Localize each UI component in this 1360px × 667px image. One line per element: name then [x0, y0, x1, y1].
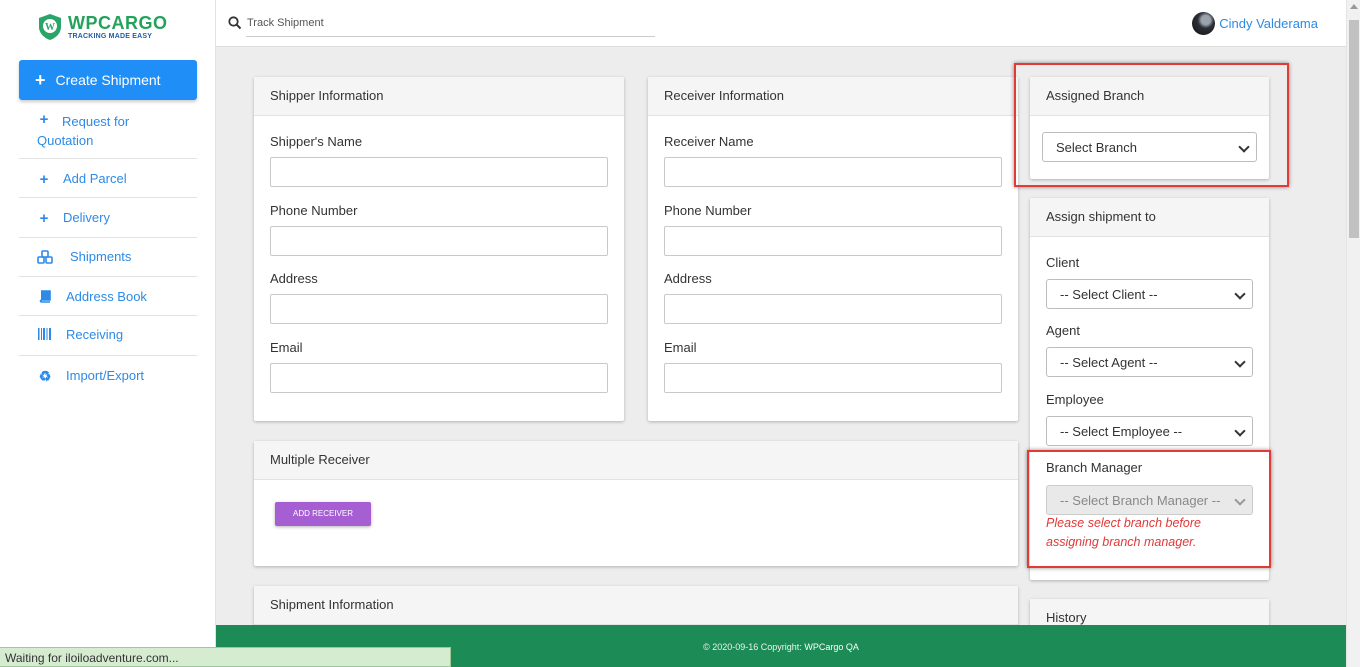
chevron-down-icon — [1238, 141, 1250, 153]
branch-select[interactable]: Select Branch — [1042, 132, 1257, 162]
chevron-down-icon — [1234, 494, 1246, 506]
sidebar-item-shipments[interactable]: Shipments — [19, 238, 197, 277]
sidebar-item-label: Address Book — [66, 289, 147, 304]
card-title: Shipment Information — [254, 586, 1018, 625]
receiver-name-label: Receiver Name — [664, 134, 754, 149]
client-select-value: -- Select Client -- — [1060, 287, 1158, 302]
sidebar-item-label: Delivery — [63, 210, 110, 225]
brand-logo[interactable]: W WPCARGO TRACKING MADE EASY — [36, 13, 168, 41]
branch-manager-error: Please select branch before assigning br… — [1046, 514, 1201, 552]
receiver-address-label: Address — [664, 271, 712, 286]
card-title: Receiver Information — [648, 77, 1018, 116]
client-select[interactable]: -- Select Client -- — [1046, 279, 1253, 309]
top-bar: Cindy Valderama — [216, 0, 1346, 47]
track-shipment-input[interactable] — [246, 10, 655, 37]
receiver-email-input[interactable] — [664, 363, 1002, 393]
footer-site-link[interactable]: WPCargo QA — [804, 642, 859, 652]
barcode-icon — [34, 328, 56, 343]
add-receiver-button[interactable]: ADD RECEIVER — [275, 502, 371, 526]
sidebar-item-label: Request for — [62, 114, 130, 129]
plus-icon: + — [39, 171, 49, 188]
shipper-name-input[interactable] — [270, 157, 608, 187]
card-title: Assigned Branch — [1030, 77, 1269, 116]
shipper-phone-label: Phone Number — [270, 203, 358, 218]
card-title: Assign shipment to — [1030, 198, 1269, 237]
shield-logo-icon: W — [36, 13, 64, 41]
receiver-address-input[interactable] — [664, 294, 1002, 324]
brand-name: WPCARGO — [68, 13, 168, 33]
search-icon — [228, 16, 242, 30]
sidebar-item-label: Import/Export — [66, 368, 145, 383]
receiver-information-card: Receiver Information Receiver Name Phone… — [648, 77, 1018, 421]
chevron-down-icon — [1234, 288, 1246, 300]
branch-manager-label: Branch Manager — [1046, 460, 1143, 475]
cubes-icon — [34, 250, 56, 267]
footer-copyright: © 2020-09-16 Copyright: — [703, 642, 802, 652]
branch-manager-select: -- Select Branch Manager -- — [1046, 485, 1253, 515]
sidebar: W WPCARGO TRACKING MADE EASY + Create Sh… — [0, 0, 216, 667]
sidebar-item-add-parcel[interactable]: + Add Parcel — [19, 159, 197, 198]
shipper-address-label: Address — [270, 271, 318, 286]
assigned-branch-card: Assigned Branch Select Branch — [1030, 77, 1269, 179]
sidebar-item-delivery[interactable]: + Delivery — [19, 198, 197, 238]
employee-select-value: -- Select Employee -- — [1060, 424, 1183, 439]
error-line: Please select branch before — [1046, 516, 1201, 530]
agent-select-value: -- Select Agent -- — [1060, 355, 1158, 370]
receiver-name-input[interactable] — [664, 157, 1002, 187]
create-shipment-label: Create Shipment — [55, 72, 161, 88]
shipper-name-label: Shipper's Name — [270, 134, 363, 149]
error-line: assigning branch manager. — [1046, 535, 1197, 549]
sidebar-item-receiving[interactable]: Receiving — [19, 316, 197, 356]
card-title: Multiple Receiver — [254, 441, 1018, 480]
sidebar-item-label: Receiving — [66, 327, 124, 342]
brand-tagline: TRACKING MADE EASY — [68, 33, 153, 40]
card-title: Shipper Information — [254, 77, 624, 116]
user-menu[interactable]: Cindy Valderama — [1192, 12, 1318, 35]
plus-icon: + — [39, 111, 49, 128]
plus-icon: + — [35, 70, 46, 90]
recycle-icon: ♻ — [38, 368, 52, 384]
chevron-down-icon — [1234, 425, 1246, 437]
employee-select[interactable]: -- Select Employee -- — [1046, 416, 1253, 446]
sidebar-item-label: Shipments — [70, 249, 132, 264]
receiver-phone-label: Phone Number — [664, 203, 752, 218]
sidebar-item-address-book[interactable]: Address Book — [19, 277, 197, 316]
assign-shipment-card: Assign shipment to Client -- Select Clie… — [1030, 198, 1269, 580]
sidebar-item-request-quotation[interactable]: + Request for Quotation — [19, 100, 197, 159]
sidebar-item-import-export[interactable]: ♻ Import/Export — [19, 356, 197, 396]
shipper-information-card: Shipper Information Shipper's Name Phone… — [254, 77, 624, 421]
page-scrollbar[interactable] — [1346, 0, 1360, 667]
book-icon — [34, 290, 56, 306]
user-name: Cindy Valderama — [1219, 16, 1318, 31]
receiver-phone-input[interactable] — [664, 226, 1002, 256]
multiple-receiver-card: Multiple Receiver ADD RECEIVER — [254, 441, 1018, 566]
create-shipment-button[interactable]: + Create Shipment — [19, 60, 197, 100]
scroll-up-arrow-icon[interactable] — [1350, 4, 1358, 9]
scrollbar-thumb[interactable] — [1349, 20, 1359, 238]
employee-label: Employee — [1046, 392, 1104, 407]
branch-manager-select-value: -- Select Branch Manager -- — [1060, 493, 1221, 508]
chevron-down-icon — [1234, 356, 1246, 368]
agent-label: Agent — [1046, 323, 1080, 338]
shipper-email-label: Email — [270, 340, 303, 355]
agent-select[interactable]: -- Select Agent -- — [1046, 347, 1253, 377]
avatar — [1192, 12, 1216, 35]
client-label: Client — [1046, 255, 1080, 270]
shipper-email-input[interactable] — [270, 363, 608, 393]
svg-text:W: W — [45, 22, 55, 33]
sidebar-item-label: Quotation — [37, 133, 94, 148]
shipper-phone-input[interactable] — [270, 226, 608, 256]
plus-icon: + — [39, 210, 49, 227]
sidebar-menu: + Request for Quotation + Add Parcel + D… — [19, 100, 197, 396]
receiver-email-label: Email — [664, 340, 697, 355]
sidebar-item-label: Add Parcel — [63, 171, 127, 186]
browser-status-bar: Waiting for iloiloadventure.com... — [0, 647, 451, 667]
branch-select-value: Select Branch — [1056, 140, 1137, 155]
shipper-address-input[interactable] — [270, 294, 608, 324]
